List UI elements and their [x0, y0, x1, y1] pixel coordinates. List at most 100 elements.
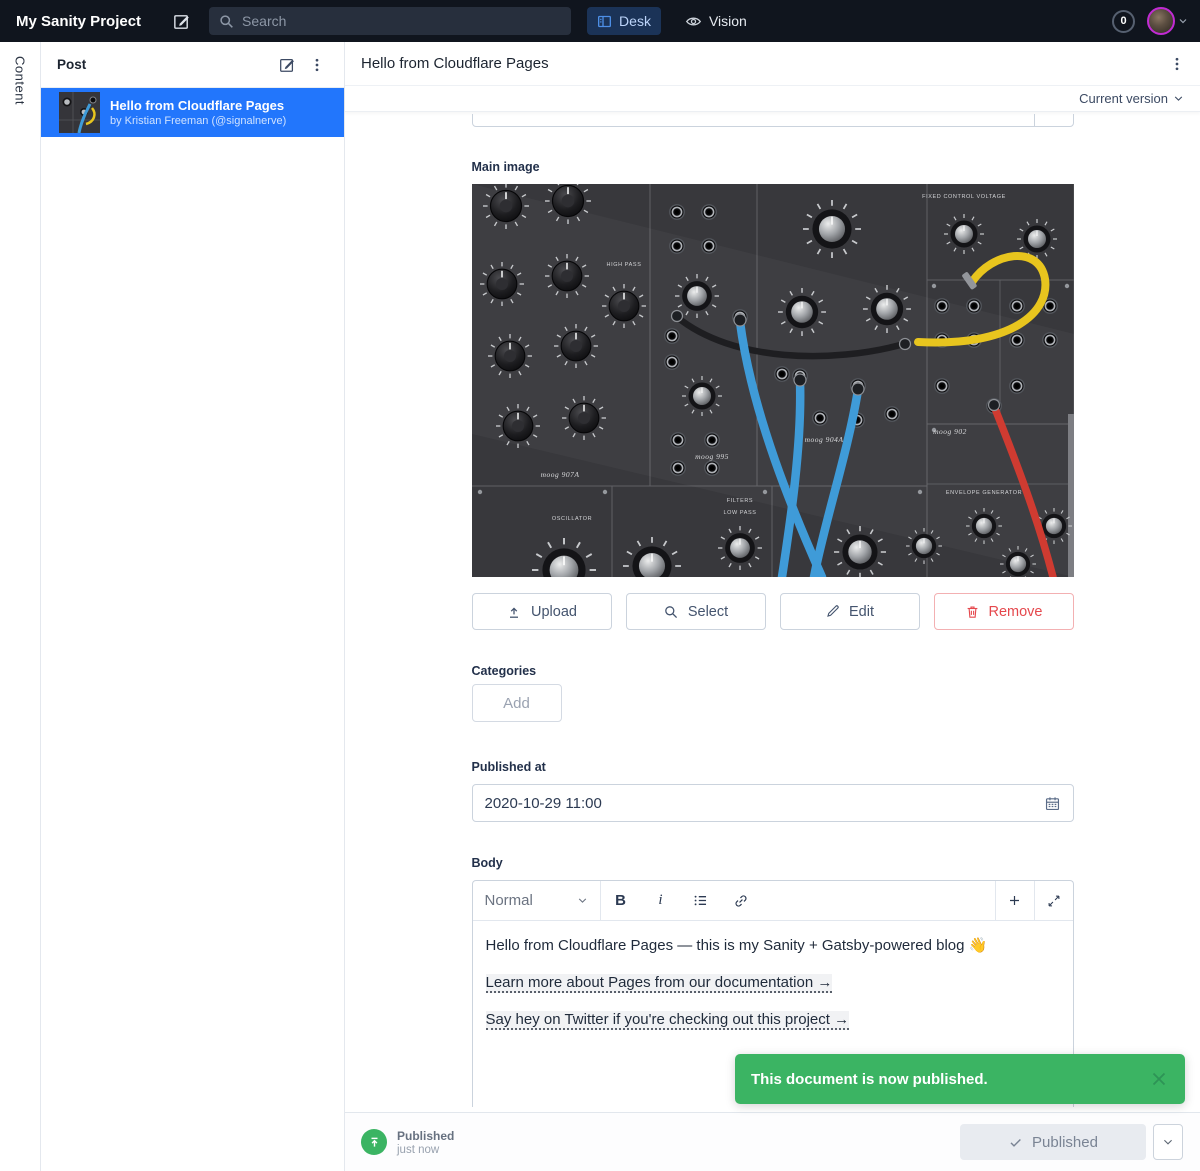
compose-icon [172, 12, 191, 31]
upload-label: Upload [531, 604, 577, 620]
published-at-input[interactable] [485, 795, 1036, 812]
document-header: Hello from Cloudflare Pages [345, 42, 1200, 86]
post-panel-header: Post [41, 42, 344, 88]
svg-text:ENVELOPE GENERATOR: ENVELOPE GENERATOR [945, 490, 1021, 496]
main-image-label: Main image [472, 160, 1074, 174]
document-scroll-area[interactable]: Main image [345, 112, 1200, 1112]
document-menu-button[interactable] [1162, 49, 1192, 79]
presence-badge[interactable]: 0 [1112, 10, 1135, 33]
trash-icon [965, 604, 980, 619]
body-toolbar: Normal B i [473, 881, 1073, 921]
top-navbar: My Sanity Project Desk Vision 0 [0, 0, 1200, 42]
svg-text:HIGH PASS: HIGH PASS [606, 262, 641, 268]
dots-vertical-icon [309, 57, 325, 73]
expand-editor-button[interactable] [1034, 881, 1073, 920]
tab-vision[interactable]: Vision [675, 7, 757, 35]
version-label: Current version [1079, 91, 1168, 106]
list-icon [692, 892, 709, 909]
text-style-value: Normal [485, 892, 533, 909]
post-item-text: Hello from Cloudflare Pages by Kristian … [110, 98, 286, 127]
search-bar[interactable] [209, 7, 571, 35]
list-item[interactable]: Hello from Cloudflare Pages by Kristian … [41, 88, 344, 137]
content-rail-label: Content [13, 56, 28, 1171]
search-icon [663, 604, 679, 620]
close-icon[interactable] [1149, 1069, 1169, 1089]
expand-icon [1047, 894, 1061, 908]
publish-actions-menu-button[interactable] [1153, 1124, 1183, 1160]
search-icon [219, 14, 242, 29]
publish-status-title: Published [397, 1129, 454, 1143]
remove-button[interactable]: Remove [934, 593, 1074, 630]
post-thumbnail [59, 92, 100, 133]
svg-text:FIXED CONTROL VOLTAGE: FIXED CONTROL VOLTAGE [922, 194, 1006, 200]
search-input[interactable] [242, 13, 561, 29]
create-post-button[interactable] [272, 50, 302, 80]
published-at-field[interactable] [472, 784, 1074, 822]
text-style-select[interactable]: Normal [473, 881, 601, 920]
post-panel-title: Post [57, 57, 272, 72]
tab-vision-label: Vision [709, 13, 747, 29]
tab-desk-label: Desk [619, 13, 651, 29]
post-item-title: Hello from Cloudflare Pages [110, 98, 286, 113]
tab-desk[interactable]: Desk [587, 7, 661, 35]
remove-label: Remove [989, 604, 1043, 620]
select-label: Select [688, 604, 728, 620]
image-actions: Upload Select Edit Remove [472, 593, 1074, 630]
chevron-down-icon [1162, 1136, 1174, 1148]
body-paragraph: Hello from Cloudflare Pages — this is my… [486, 935, 1060, 957]
slug-field-partial[interactable] [472, 114, 1074, 128]
success-toast: This document is now published. [735, 1054, 1185, 1104]
desk-icon [597, 14, 612, 29]
chevron-down-icon [1173, 93, 1184, 104]
dots-vertical-icon [1169, 56, 1185, 72]
avatar [1147, 7, 1175, 35]
post-panel-menu-button[interactable] [302, 50, 332, 80]
body-label: Body [472, 856, 1074, 870]
italic-button[interactable]: i [641, 881, 681, 920]
project-title[interactable]: My Sanity Project [16, 13, 141, 30]
categories-label: Categories [472, 664, 1074, 678]
upload-button[interactable]: Upload [472, 593, 612, 630]
body-link-docs[interactable]: Learn more about Pages from our document… [486, 974, 833, 993]
body-link-twitter[interactable]: Say hey on Twitter if you're checking ou… [486, 1011, 850, 1030]
post-item-subtitle: by Kristian Freeman (@signalnerve) [110, 115, 286, 127]
chevron-down-icon [577, 895, 588, 906]
publish-button[interactable]: Published [960, 1124, 1146, 1160]
select-button[interactable]: Select [626, 593, 766, 630]
upload-icon [506, 604, 522, 620]
bullet-list-button[interactable] [681, 881, 721, 920]
svg-text:LOW PASS: LOW PASS [723, 510, 756, 516]
svg-text:FILTERS: FILTERS [726, 498, 752, 504]
svg-text:OSCILLATOR: OSCILLATOR [551, 516, 591, 522]
insert-block-button[interactable] [995, 881, 1034, 920]
published-at-label: Published at [472, 760, 1074, 774]
bold-button[interactable]: B [601, 881, 641, 920]
chevron-down-icon [1178, 16, 1188, 26]
post-list-panel: Post Hello from Cloudflare Pages [41, 42, 345, 1171]
calendar-icon[interactable] [1044, 795, 1061, 812]
main-image-photo: HIGH PASS moog 907A moog 995 [472, 184, 1074, 577]
publish-status-time: just now [397, 1144, 454, 1156]
user-menu[interactable] [1147, 7, 1188, 35]
publish-status: Published just now [361, 1129, 454, 1156]
document-panel: Hello from Cloudflare Pages Current vers… [345, 42, 1200, 1171]
version-selector[interactable]: Current version [345, 86, 1200, 112]
new-document-button[interactable] [167, 7, 195, 35]
compose-icon [278, 56, 296, 74]
link-button[interactable] [721, 881, 761, 920]
page-title: Hello from Cloudflare Pages [361, 55, 1162, 72]
toast-message: This document is now published. [751, 1071, 1149, 1088]
plus-icon [1007, 893, 1022, 908]
check-icon [1008, 1135, 1023, 1150]
workspace: Content Post [0, 42, 1200, 1171]
svg-text:moog 902: moog 902 [933, 427, 967, 436]
edit-button[interactable]: Edit [780, 593, 920, 630]
publish-status-text: Published just now [397, 1129, 454, 1156]
pencil-icon [825, 604, 840, 619]
content-rail: Content [0, 42, 41, 1171]
edit-label: Edit [849, 604, 874, 620]
add-category-button[interactable]: Add [472, 684, 562, 722]
eye-icon [685, 13, 702, 30]
document-footer: Published just now Published [345, 1112, 1200, 1171]
svg-text:moog 904A: moog 904A [804, 435, 843, 444]
